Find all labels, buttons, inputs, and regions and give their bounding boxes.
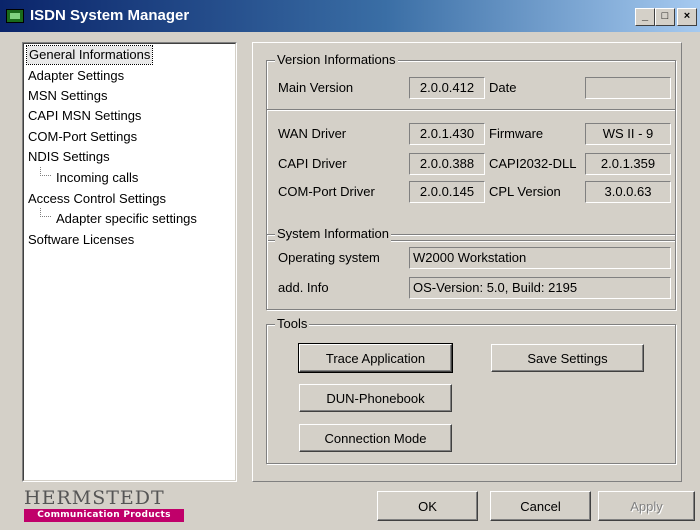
maximize-icon[interactable]: □	[655, 8, 675, 26]
tree-item-ndis-settings[interactable]: NDIS Settings	[28, 148, 110, 166]
settings-tree[interactable]: General Informations Adapter Settings MS…	[22, 42, 237, 482]
version-divider	[267, 109, 675, 111]
capi2032-dll-value: 2.0.1.359	[585, 153, 671, 175]
hermstedt-logo: HERMSTEDT Communication Products	[24, 488, 184, 522]
isdn-app-icon[interactable]	[6, 9, 24, 23]
version-informations-title: Version Informations	[275, 52, 398, 68]
capi-driver-label: CAPI Driver	[278, 156, 347, 171]
tree-item-msn-settings[interactable]: MSN Settings	[28, 87, 107, 105]
apply-button[interactable]: Apply	[598, 491, 695, 521]
tree-item-general-informations[interactable]: General Informations	[25, 45, 154, 65]
tree-item-access-control-settings[interactable]: Access Control Settings	[28, 190, 166, 208]
com-port-driver-label: COM-Port Driver	[278, 184, 375, 199]
wan-driver-value: 2.0.1.430	[409, 123, 485, 145]
connection-mode-button[interactable]: Connection Mode	[299, 424, 452, 452]
tree-item-adapter-settings[interactable]: Adapter Settings	[28, 67, 124, 85]
save-settings-button[interactable]: Save Settings	[491, 344, 644, 372]
capi-driver-value: 2.0.0.388	[409, 153, 485, 175]
tree-item-adapter-specific-settings[interactable]: Adapter specific settings	[56, 210, 197, 228]
cancel-button[interactable]: Cancel	[490, 491, 591, 521]
tree-item-incoming-calls[interactable]: Incoming calls	[56, 169, 138, 187]
tree-item-com-port-settings[interactable]: COM-Port Settings	[28, 128, 137, 146]
isdn-system-manager-window: ISDN System Manager _ □ × General Inform…	[0, 0, 700, 530]
operating-system-label: Operating system	[278, 250, 380, 265]
cpl-version-label: CPL Version	[489, 184, 561, 199]
logo-subtitle: Communication Products	[24, 509, 184, 522]
tree-connector	[40, 208, 51, 217]
version-informations-group: Version Informations Main Version 2.0.0.…	[266, 52, 676, 241]
main-version-value: 2.0.0.412	[409, 77, 485, 99]
cpl-version-value: 3.0.0.63	[585, 181, 671, 203]
date-value	[585, 77, 671, 99]
capi2032-dll-label: CAPI2032-DLL	[489, 156, 577, 171]
com-port-driver-value: 2.0.0.145	[409, 181, 485, 203]
close-icon[interactable]: ×	[677, 8, 697, 26]
wan-driver-label: WAN Driver	[278, 126, 347, 141]
trace-application-button[interactable]: Trace Application	[298, 343, 453, 373]
add-info-value: OS-Version: 5.0, Build: 2195	[409, 277, 671, 299]
firmware-label: Firmware	[489, 126, 544, 141]
dun-phonebook-button[interactable]: DUN-Phonebook	[299, 384, 452, 412]
tools-group: Tools Trace Application Save Settings DU…	[266, 316, 676, 464]
tools-title: Tools	[275, 316, 310, 332]
general-informations-panel: Version Informations Main Version 2.0.0.…	[252, 42, 682, 482]
add-info-label: add. Info	[278, 280, 329, 295]
logo-name: HERMSTEDT	[24, 487, 165, 509]
firmware-value: WS II - 9	[585, 123, 671, 145]
tree-connector	[40, 167, 51, 176]
system-information-group: System Information Operating system W200…	[266, 226, 676, 310]
operating-system-value: W2000 Workstation	[409, 247, 671, 269]
window-title: ISDN System Manager	[30, 7, 190, 24]
date-label: Date	[489, 80, 517, 95]
minimize-icon[interactable]: _	[635, 8, 655, 26]
title-bar[interactable]: ISDN System Manager _ □ ×	[0, 0, 700, 32]
system-information-title: System Information	[275, 226, 391, 242]
ok-button[interactable]: OK	[377, 491, 478, 521]
tree-item-capi-msn-settings[interactable]: CAPI MSN Settings	[28, 107, 141, 125]
main-version-label: Main Version	[278, 80, 354, 95]
tree-item-software-licenses[interactable]: Software Licenses	[28, 231, 134, 249]
